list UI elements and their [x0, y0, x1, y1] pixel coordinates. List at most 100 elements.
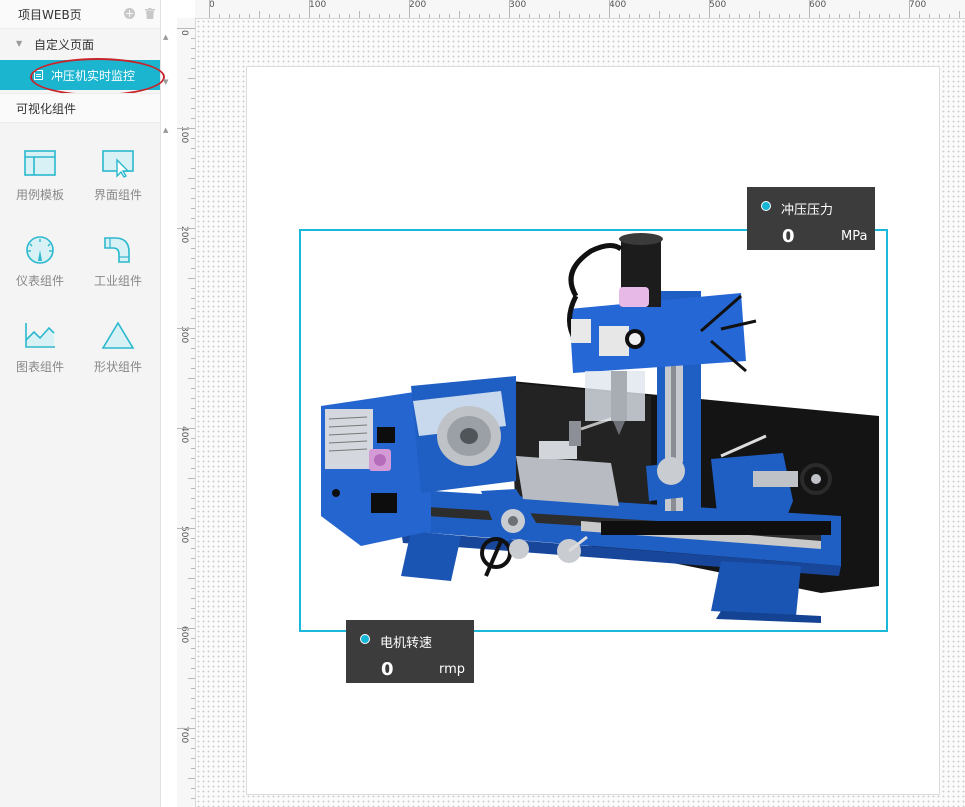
ruler-tick	[949, 14, 950, 18]
ruler-tick	[191, 38, 195, 39]
ruler-tick	[719, 14, 720, 18]
ruler-tick	[191, 698, 195, 699]
chart-icon	[25, 323, 55, 348]
ruler-tick	[191, 438, 195, 439]
ruler-tick	[191, 638, 195, 639]
ruler-tick	[289, 14, 290, 18]
ruler-tick	[459, 11, 460, 18]
ruler-tick	[191, 268, 195, 269]
ruler-tick	[191, 568, 195, 569]
ruler-tick	[239, 14, 240, 18]
pressure-value: 0	[782, 226, 795, 247]
component-interface[interactable]: 界面组件	[78, 148, 158, 203]
ruler-tick	[188, 678, 195, 679]
ruler-tick	[191, 288, 195, 289]
ruler-tick	[191, 748, 195, 749]
ruler-tick	[191, 398, 195, 399]
ruler-tick	[191, 708, 195, 709]
ruler-tick	[191, 408, 195, 409]
ruler-tick	[191, 788, 195, 789]
ruler-tick	[679, 14, 680, 18]
ruler-label: 300	[509, 0, 527, 10]
ruler-tick	[269, 14, 270, 18]
ruler-tick	[399, 14, 400, 18]
ruler-tick	[439, 14, 440, 18]
component-gauge[interactable]: 仪表组件	[0, 234, 80, 289]
ruler-tick	[191, 758, 195, 759]
machine-image-component[interactable]	[299, 229, 888, 632]
ruler-tick	[209, 0, 210, 18]
ruler-tick	[639, 14, 640, 18]
ruler-tick	[177, 528, 195, 529]
tree-item-selected-page[interactable]: 冲压机实时监控	[0, 60, 160, 90]
ruler-tick	[489, 14, 490, 18]
ruler-tick	[959, 11, 960, 18]
ruler-horizontal: 0 100 200 300 400 500 600 700	[195, 0, 965, 19]
ruler-tick	[191, 218, 195, 219]
ruler-tick	[191, 498, 195, 499]
ruler-tick	[191, 668, 195, 669]
sidebar-scroll-up-icon[interactable]: ▲	[163, 126, 168, 134]
component-industrial[interactable]: 工业组件	[78, 234, 158, 289]
ruler-tick	[689, 14, 690, 18]
ruler-tick	[191, 618, 195, 619]
ruler-tick	[191, 158, 195, 159]
ruler-tick	[191, 458, 195, 459]
ruler-tick	[329, 14, 330, 18]
ruler-tick	[191, 318, 195, 319]
ruler-tick	[259, 11, 260, 18]
ruler-tick	[188, 178, 195, 179]
project-title: 项目WEB页	[18, 8, 82, 22]
ruler-tick	[579, 14, 580, 18]
ruler-tick	[619, 14, 620, 18]
ruler-tick	[191, 588, 195, 589]
component-chart[interactable]: 图表组件	[0, 320, 80, 375]
ruler-tick	[188, 278, 195, 279]
components-header: 可视化组件	[0, 93, 160, 123]
ruler-tick	[191, 468, 195, 469]
ruler-tick	[379, 14, 380, 18]
ruler-tick	[177, 228, 195, 229]
ruler-tick	[191, 58, 195, 59]
component-label: 形状组件	[93, 360, 142, 374]
add-page-icon[interactable]: +	[124, 8, 135, 19]
ruler-tick	[709, 0, 710, 18]
ruler-tick	[191, 418, 195, 419]
page-icon	[34, 70, 43, 80]
ruler-tick	[309, 0, 310, 18]
motor-speed-unit: rmp	[439, 662, 466, 677]
triangle-icon	[101, 321, 135, 349]
ruler-tick	[191, 338, 195, 339]
ruler-tick	[839, 14, 840, 18]
ruler-tick	[229, 14, 230, 18]
tree-scroll-up-icon[interactable]: ▲	[163, 33, 168, 41]
ruler-tick	[479, 14, 480, 18]
status-dot-icon	[360, 634, 370, 644]
tree-scroll-down-icon[interactable]: ▼	[163, 78, 168, 86]
lathe-machine-image	[321, 233, 879, 623]
ruler-tick	[191, 348, 195, 349]
motor-speed-card[interactable]: 电机转速 0 rmp	[346, 620, 474, 683]
pipe-icon	[104, 237, 130, 263]
ruler-tick	[519, 14, 520, 18]
ruler-tick	[929, 14, 930, 18]
tree-folder-custom-pages[interactable]: ▼ 自定义页面	[0, 35, 160, 53]
ruler-tick	[191, 248, 195, 249]
ruler-tick	[191, 148, 195, 149]
ruler-tick	[869, 14, 870, 18]
pressure-title: 冲压压力	[781, 203, 834, 218]
ruler-tick	[669, 14, 670, 18]
tree-folder-label: 自定义页面	[34, 38, 95, 52]
component-template[interactable]: 用例模板	[0, 148, 80, 203]
trash-icon[interactable]	[145, 8, 155, 19]
ruler-tick	[609, 0, 610, 18]
ruler-tick	[191, 68, 195, 69]
ruler-tick	[349, 14, 350, 18]
ruler-tick	[188, 378, 195, 379]
ruler-tick	[191, 88, 195, 89]
ruler-vertical: 0 100 200 300 400 500 600 700	[177, 18, 196, 807]
ruler-tick	[191, 508, 195, 509]
component-shape[interactable]: 形状组件	[78, 320, 158, 375]
caret-down-icon[interactable]: ▼	[16, 39, 22, 48]
pressure-card[interactable]: 冲压压力 0 MPa	[747, 187, 875, 250]
